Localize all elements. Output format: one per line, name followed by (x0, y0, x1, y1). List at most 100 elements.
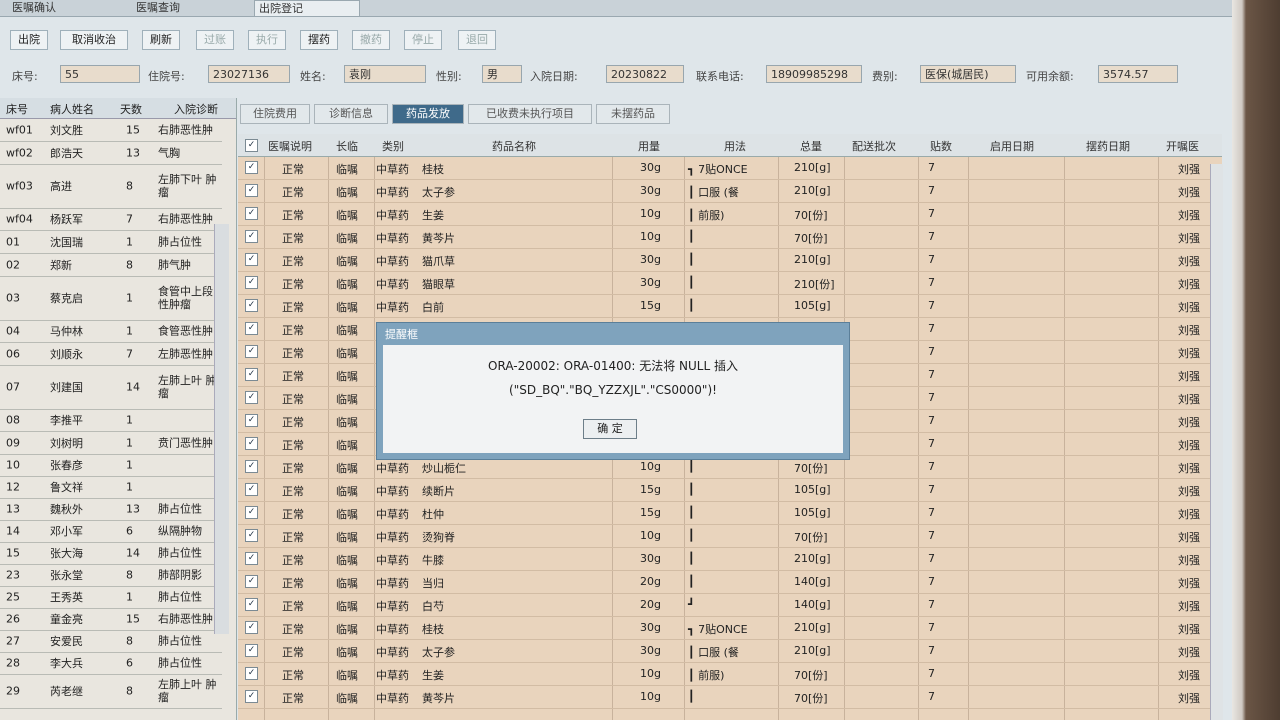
order-checkbox[interactable]: ✓ (245, 184, 258, 197)
order-row[interactable]: ✓ 正常 临嘱 中草药 桂枝 30g ┓ 7贴ONCE 210[g] 7 刘强 (238, 616, 1222, 640)
discharge-button[interactable]: 出院 (10, 30, 48, 50)
window-tab-order-query[interactable]: 医嘱查询 (132, 0, 246, 15)
post-button[interactable]: 过账 (196, 30, 234, 50)
order-row[interactable]: ✓ 正常 临嘱 中草药 太子参 30g ┃ 口服 (餐 210[g] 7 刘强 (238, 639, 1222, 663)
order-checkbox[interactable]: ✓ (245, 345, 258, 358)
patient-row[interactable]: 04 马仲林 1 食管恶性肿 (0, 320, 222, 343)
order-row[interactable]: ✓ 正常 临嘱 中草药 杜仲 15g ┃ 105[g] 7 刘强 (238, 501, 1222, 525)
tab-hospital-fees[interactable]: 住院费用 (240, 104, 310, 124)
patient-row[interactable]: wf02 郎浩天 13 气胸 (0, 141, 222, 165)
patient-row[interactable]: 29 芮老继 8 左肺上叶 肿瘤 (0, 674, 222, 709)
order-row[interactable]: ✓ 正常 临嘱 中草药 猫爪草 30g ┃ 210[g] 7 刘强 (238, 248, 1222, 272)
order-row[interactable]: ✓ 正常 临嘱 中草药 牛膝 30g ┃ 210[g] 7 刘强 (238, 547, 1222, 571)
order-checkbox[interactable]: ✓ (245, 253, 258, 266)
order-checkbox[interactable]: ✓ (245, 690, 258, 703)
tab-charged-not-executed[interactable]: 已收费未执行项目 (468, 104, 592, 124)
patient-row[interactable]: 01 沈国瑞 1 肺占位性 (0, 230, 222, 254)
window-tab-discharge[interactable]: 出院登记 (254, 0, 360, 16)
order-checkbox[interactable]: ✓ (245, 460, 258, 473)
order-checkbox[interactable]: ✓ (245, 598, 258, 611)
order-checkbox[interactable]: ✓ (245, 414, 258, 427)
order-checkbox[interactable]: ✓ (245, 575, 258, 588)
order-checkbox[interactable]: ✓ (245, 322, 258, 335)
patient-row[interactable]: 27 安爱民 8 肺占位性 (0, 630, 222, 653)
order-row[interactable]: ✓ 正常 临嘱 中草药 太子参 30g ┃ 口服 (餐 210[g] 7 刘强 (238, 179, 1222, 203)
patient-days: 1 (126, 291, 133, 305)
phone-field[interactable]: 18909985298 (766, 65, 862, 83)
gender-field[interactable]: 男 (482, 65, 522, 83)
order-checkbox[interactable]: ✓ (245, 506, 258, 519)
patient-row[interactable]: 02 郑新 8 肺气肿 (0, 253, 222, 277)
order-checkbox[interactable]: ✓ (245, 207, 258, 220)
name-field[interactable]: 袁刚 (344, 65, 426, 83)
order-checkbox[interactable]: ✓ (245, 667, 258, 680)
patient-row[interactable]: wf04 杨跃军 7 右肺恶性肿 (0, 208, 222, 231)
refresh-button[interactable]: 刷新 (142, 30, 180, 50)
tab-undispensed[interactable]: 未摆药品 (596, 104, 670, 124)
order-checkbox[interactable]: ✓ (245, 552, 258, 565)
withdraw-button[interactable]: 撤药 (352, 30, 390, 50)
cancel-admit-button[interactable]: 取消收治 (60, 30, 128, 50)
patient-row[interactable]: 09 刘树明 1 贲门恶性肿 (0, 431, 222, 455)
ok-button[interactable]: 确 定 (583, 419, 637, 439)
order-checkbox[interactable]: ✓ (245, 161, 258, 174)
patient-row[interactable]: 26 童金亮 15 右肺恶性肿 (0, 608, 222, 631)
patient-row[interactable]: 28 李大兵 6 肺占位性 (0, 652, 222, 675)
fee-type-field[interactable]: 医保(城居民) (920, 65, 1016, 83)
patient-row[interactable]: 14 邓小军 6 纵隔肿物 (0, 520, 222, 543)
stop-button[interactable]: 停止 (404, 30, 442, 50)
order-row[interactable]: ✓ 正常 临嘱 中草药 生姜 10g ┃ 前服) 70[份] 7 刘强 (238, 202, 1222, 226)
patient-row[interactable]: 10 张春彦 1 (0, 454, 222, 477)
patient-row[interactable]: 12 鲁文祥 1 (0, 476, 222, 499)
patient-row[interactable]: 13 魏秋外 13 肺占位性 (0, 498, 222, 521)
admission-no-field[interactable]: 23027136 (208, 65, 290, 83)
order-checkbox[interactable]: ✓ (245, 644, 258, 657)
tab-drug-dispense[interactable]: 药品发放 (392, 104, 464, 124)
tab-diagnosis[interactable]: 诊断信息 (314, 104, 388, 124)
order-checkbox[interactable]: ✓ (245, 391, 258, 404)
execute-button[interactable]: 执行 (248, 30, 286, 50)
orders-grid-scrollbar[interactable] (1210, 164, 1223, 720)
order-dose: 10g (640, 690, 661, 703)
col-days: 天数 (120, 103, 142, 116)
window-tab-order-confirm[interactable]: 医嘱确认 (8, 0, 122, 15)
patient-list-scrollbar[interactable] (214, 224, 229, 634)
bed-field[interactable]: 55 (60, 65, 140, 83)
order-row[interactable]: ✓ 正常 临嘱 中草药 白前 15g ┃ 105[g] 7 刘强 (238, 294, 1222, 318)
order-checkbox[interactable]: ✓ (245, 529, 258, 542)
order-row[interactable]: ✓ 正常 临嘱 中草药 白芍 20g ┛ 140[g] 7 刘强 (238, 593, 1222, 617)
patient-row[interactable]: 07 刘建国 14 左肺上叶 肿瘤 (0, 365, 222, 410)
order-row[interactable]: ✓ 正常 临嘱 中草药 续断片 15g ┃ 105[g] 7 刘强 (238, 478, 1222, 502)
order-row[interactable]: ✓ 正常 临嘱 中草药 黄芩片 10g ┃ 70[份] 7 刘强 (238, 685, 1222, 709)
order-checkbox[interactable]: ✓ (245, 276, 258, 289)
order-checkbox[interactable]: ✓ (245, 483, 258, 496)
patient-bed: 02 (6, 258, 20, 271)
order-checkbox[interactable]: ✓ (245, 299, 258, 312)
order-checkbox[interactable]: ✓ (245, 437, 258, 450)
order-row[interactable]: ✓ 正常 临嘱 中草药 黄芩片 10g ┃ 70[份] 7 刘强 (238, 225, 1222, 249)
order-cat: 中草药 (376, 462, 409, 475)
patient-row[interactable]: wf03 高进 8 左肺下叶 肿瘤 (0, 164, 222, 209)
order-checkbox[interactable]: ✓ (245, 230, 258, 243)
dispense-button[interactable]: 摆药 (300, 30, 338, 50)
select-all-checkbox[interactable]: ✓ (245, 139, 258, 152)
order-row[interactable]: ✓ 正常 临嘱 中草药 当归 20g ┃ 140[g] 7 刘强 (238, 570, 1222, 594)
order-checkbox[interactable]: ✓ (245, 368, 258, 381)
order-row[interactable]: ✓ 正常 临嘱 中草药 烫狗脊 10g ┃ 70[份] 7 刘强 (238, 524, 1222, 548)
admit-date-field[interactable]: 20230822 (606, 65, 684, 83)
patient-row[interactable]: 03 蔡克启 1 食管中上段 性肿瘤 (0, 276, 222, 321)
patient-row[interactable]: 08 李推平 1 (0, 409, 222, 432)
order-checkbox[interactable]: ✓ (245, 621, 258, 634)
order-row[interactable]: ✓ 正常 临嘱 中草药 生姜 10g ┃ 前服) 70[份] 7 刘强 (238, 662, 1222, 686)
fee-type-label: 费别: (872, 70, 898, 83)
patient-row[interactable]: 25 王秀英 1 肺占位性 (0, 586, 222, 609)
balance-field[interactable]: 3574.57 (1098, 65, 1178, 83)
return-button[interactable]: 退回 (458, 30, 496, 50)
patient-row[interactable]: 23 张永堂 8 肺部阴影 (0, 564, 222, 587)
patient-row[interactable]: wf01 刘文胜 15 右肺恶性肿 (0, 118, 222, 142)
order-row[interactable]: ✓ 正常 临嘱 中草药 桂枝 30g ┓ 7贴ONCE 210[g] 7 刘强 (238, 156, 1222, 180)
patient-row[interactable]: 15 张大海 14 肺占位性 (0, 542, 222, 565)
order-type: 临嘱 (336, 554, 358, 567)
patient-row[interactable]: 06 刘顺永 7 左肺恶性肿 (0, 342, 222, 366)
order-row[interactable]: ✓ 正常 临嘱 中草药 猫眼草 30g ┃ 210[份] 7 刘强 (238, 271, 1222, 295)
